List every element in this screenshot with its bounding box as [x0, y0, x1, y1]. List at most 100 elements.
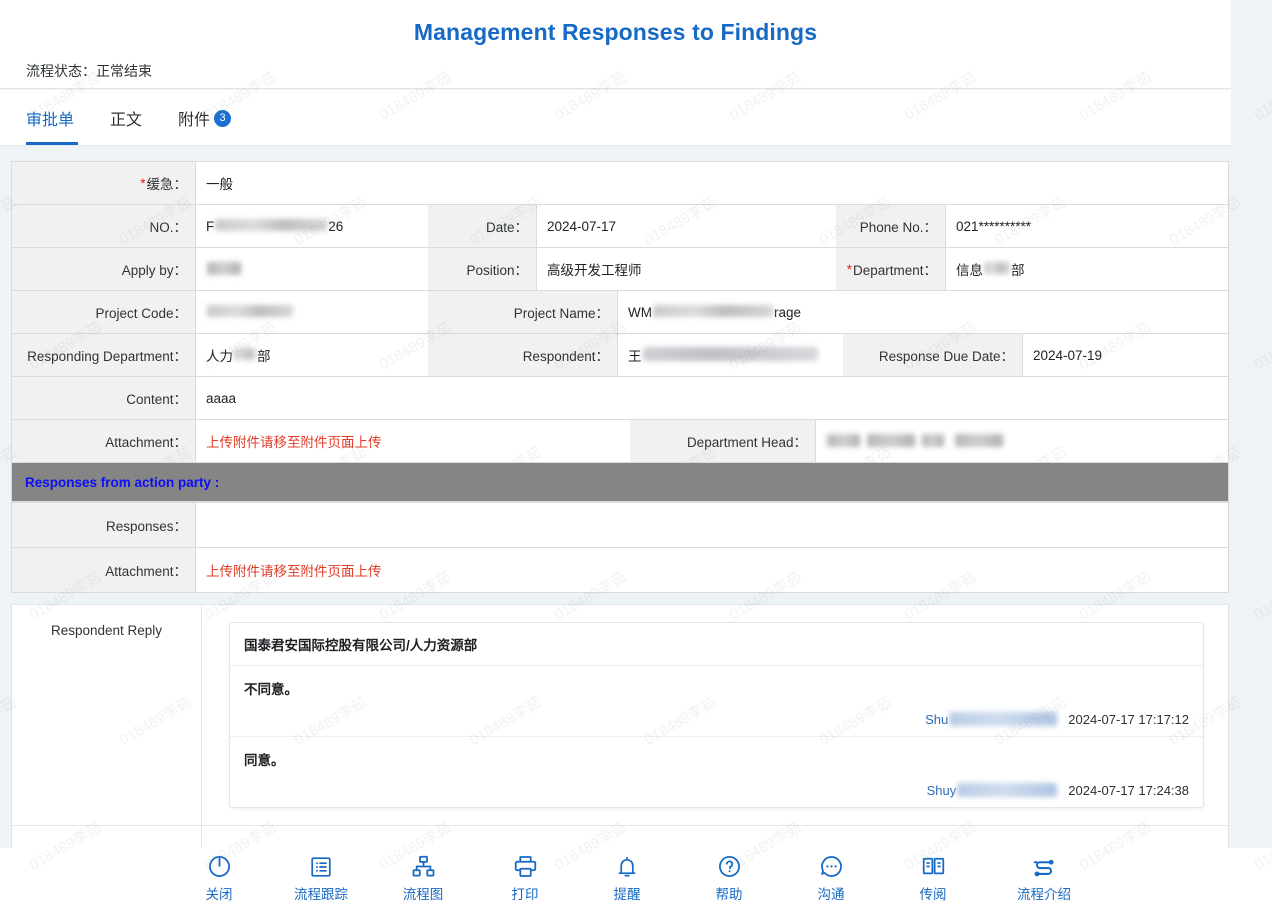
bell-icon: [615, 854, 639, 880]
responding-department-label: Responding Department：: [27, 349, 187, 364]
form-row-responses: Responses：: [12, 503, 1228, 548]
redacted-text: [827, 433, 860, 447]
question-icon: [717, 854, 742, 880]
reply-text: 同意。: [244, 753, 285, 768]
project-name-prefix: WM: [628, 304, 652, 320]
bottom-toolbar: 关闭 流程跟踪 流程图 打印 提醒 帮助 沟通 传阅 流程介绍: [0, 848, 1272, 908]
section-band-label: Responses from action party :: [25, 474, 220, 490]
form-row-content: Content： aaaa: [12, 377, 1228, 420]
attachment2-hint: 上传附件请移至附件页面上传: [206, 564, 382, 579]
redacted-text: [867, 433, 915, 447]
form-row-attachment-head: Attachment： 上传附件请移至附件页面上传 Department Hea…: [12, 420, 1228, 463]
page-root: Management Responses to Findings 流程状态：正常…: [0, 0, 1272, 908]
toolbar-button-process-intro[interactable]: 流程介绍: [1002, 854, 1086, 903]
book-icon: [921, 854, 946, 880]
project-name-label: Project Name：: [513, 306, 609, 321]
reply-user-prefix: Shuy: [926, 783, 957, 798]
phone-label: Phone No.：: [859, 220, 937, 235]
project-name-value[interactable]: WM rage: [618, 291, 1228, 333]
project-code-value[interactable]: [196, 291, 428, 333]
respondent-value[interactable]: 王: [618, 334, 843, 376]
phone-value[interactable]: 021**********: [946, 205, 1228, 247]
section-band-action-party: Responses from action party :: [12, 463, 1228, 502]
reply-user-prefix: Shu: [925, 712, 949, 727]
reply-time: 2024-07-17 17:17:12: [1068, 712, 1189, 727]
redacted-text: [955, 433, 1003, 447]
attachment-hint: 上传附件请移至附件页面上传: [206, 435, 382, 450]
content-value[interactable]: aaaa: [196, 377, 1228, 419]
toolbar-label: 提醒: [613, 886, 641, 902]
apply-by-value[interactable]: [196, 248, 428, 290]
attachment2-value[interactable]: 上传附件请移至附件页面上传: [196, 548, 1228, 592]
toolbar-button-close[interactable]: 关闭: [186, 854, 252, 903]
reply-section: Respondent Reply 国泰君安国际控股有限公司/人力资源部 不同意。…: [11, 604, 1229, 848]
respondent-reply-label: Respondent Reply: [12, 605, 202, 825]
watermark-text: 018489李茹: [1251, 68, 1272, 124]
required-asterisk: *: [140, 175, 146, 191]
response-due-date-label: Response Due Date：: [878, 349, 1014, 364]
toolbar-button-flowchart[interactable]: 流程图: [390, 854, 456, 903]
date-label: Date：: [485, 220, 528, 235]
respondent-reply-row: Respondent Reply 国泰君安国际控股有限公司/人力资源部 不同意。…: [12, 605, 1228, 826]
no-value[interactable]: F 26: [196, 205, 428, 247]
redacted-text: [207, 261, 241, 275]
toolbar-button-process-track[interactable]: 流程跟踪: [288, 854, 354, 903]
toolbar-label: 帮助: [715, 886, 743, 902]
toolbar-button-circulate[interactable]: 传阅: [900, 854, 966, 903]
project-name-suffix: rage: [774, 304, 802, 320]
tab-label: 审批单: [26, 111, 75, 129]
urgency-value[interactable]: 一般: [196, 162, 1228, 204]
toolbar-button-communicate[interactable]: 沟通: [798, 854, 864, 903]
reply-entry: 不同意。 Shu 2024-07-17 17:17:12: [230, 666, 1203, 737]
print-icon: [513, 854, 538, 880]
responding-department-value[interactable]: 人力 部: [196, 334, 428, 376]
toolbar-label: 流程图: [402, 886, 444, 902]
respondent-prefix: 王: [628, 349, 642, 364]
document-header: Management Responses to Findings 流程状态：正常…: [0, 0, 1231, 89]
no-label: NO.：: [149, 220, 187, 235]
reply-time: 2024-07-17 17:24:38: [1068, 783, 1189, 798]
flowchart-icon: [411, 854, 436, 880]
respondent-reply-box: 国泰君安国际控股有限公司/人力资源部 不同意。 Shu 2024-07-17 1…: [229, 622, 1204, 808]
attachment-value[interactable]: 上传附件请移至附件页面上传: [196, 420, 630, 462]
position-value[interactable]: 高级开发工程师: [537, 248, 836, 290]
document-body[interactable]: * 缓急： 一般 NO.： F 26 Date： 2024-07-17 Phone …: [0, 147, 1272, 848]
form-row-no-date-phone: NO.： F 26 Date： 2024-07-17 Phone No.： 021…: [12, 205, 1228, 248]
department-label: Department：: [852, 263, 937, 278]
attachment-label: Attachment：: [105, 435, 187, 450]
date-value[interactable]: 2024-07-17: [537, 205, 836, 247]
form-row-responding: Responding Department： 人力 部 Respondent： 王…: [12, 334, 1228, 377]
process-intro-icon: [1031, 854, 1057, 880]
position-label: Position：: [466, 263, 528, 278]
apply-by-label: Apply by：: [121, 263, 187, 278]
redacted-text: [642, 347, 818, 361]
urgency-label: 缓急：: [146, 177, 188, 192]
redacted-text: [949, 711, 1058, 726]
redacted-text: [234, 348, 256, 360]
chat-icon: [819, 854, 844, 880]
required-asterisk: *: [846, 261, 852, 277]
toolbar-label: 沟通: [817, 886, 845, 902]
toolbar-button-help[interactable]: 帮助: [696, 854, 762, 903]
project-code-label: Project Code：: [95, 306, 187, 321]
responding-department-suffix: 部: [257, 349, 271, 364]
responses-value[interactable]: [196, 503, 1228, 547]
form-row-attachment2: Attachment： 上传附件请移至附件页面上传: [12, 548, 1228, 593]
department-value[interactable]: 信息 部: [946, 248, 1228, 290]
reply-text: 不同意。: [244, 682, 298, 697]
form-row-project: Project Code： Project Name： WM rage: [12, 291, 1228, 334]
tab-attachments[interactable]: 附件 3: [160, 90, 249, 145]
tab-approval-form[interactable]: 审批单: [13, 90, 92, 145]
form-row-section-band: Responses from action party :: [12, 463, 1228, 503]
toolbar-button-remind[interactable]: 提醒: [594, 854, 660, 903]
toolbar-button-print[interactable]: 打印: [492, 854, 558, 903]
toolbar-label: 流程跟踪: [294, 886, 348, 902]
power-icon: [207, 854, 232, 880]
redacted-text: [207, 305, 293, 317]
reply-user: Shuy: [926, 782, 1059, 798]
list-icon: [309, 854, 333, 880]
redacted-text: [984, 262, 1010, 274]
department-head-value[interactable]: [816, 420, 1228, 462]
tab-main-text[interactable]: 正文: [92, 90, 160, 145]
response-due-date-value[interactable]: 2024-07-19: [1023, 334, 1228, 376]
